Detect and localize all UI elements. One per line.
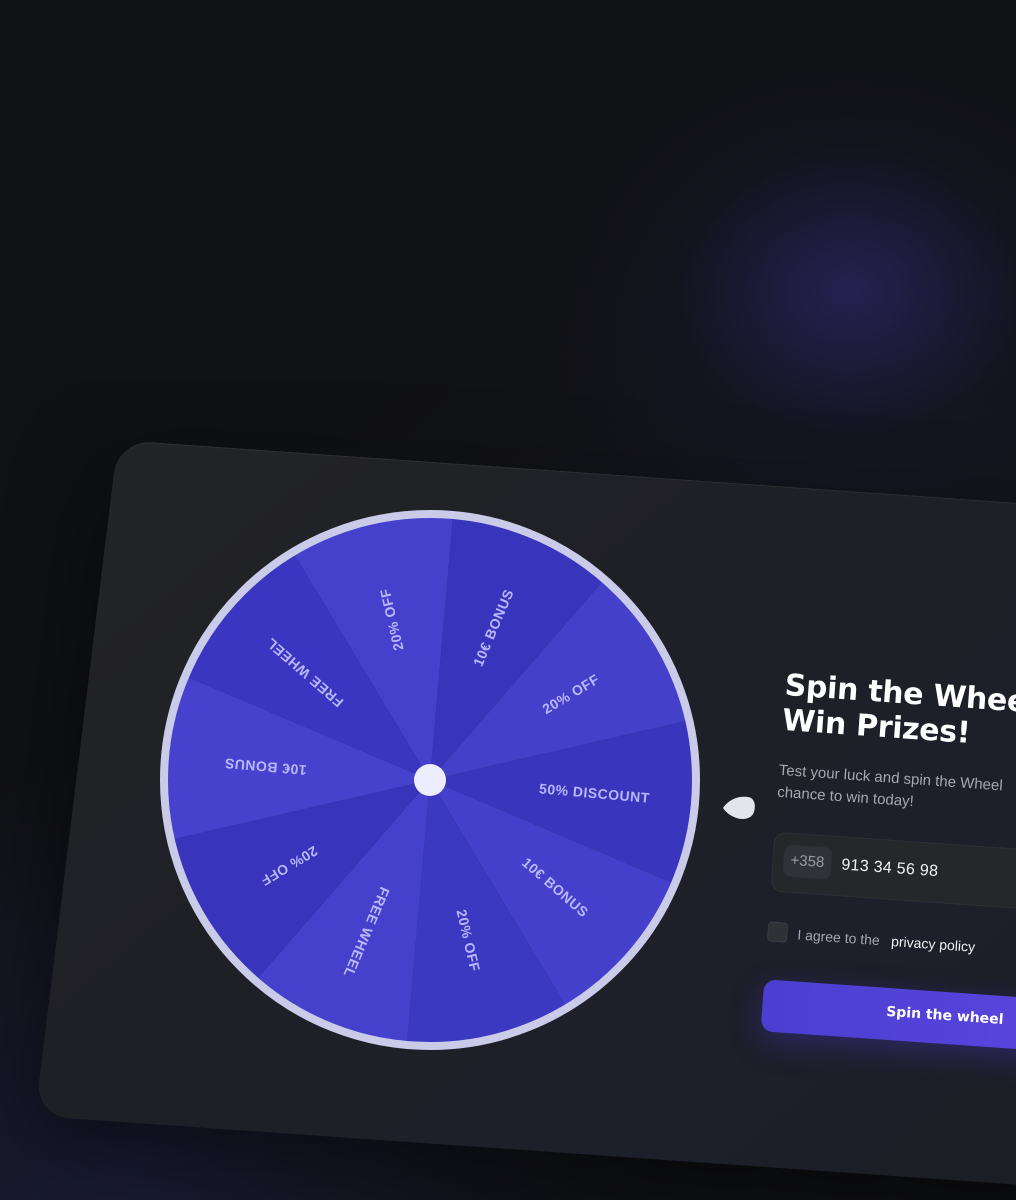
spin-wheel-button-label: Spin the wheel	[885, 1003, 1005, 1029]
wheel-pointer-icon	[723, 796, 755, 820]
scene: 50% DISCOUNT 10€ BONUS 20% OFF FREE WHEEL 20…	[0, 0, 1016, 1200]
privacy-checkbox[interactable]	[766, 921, 789, 943]
prize-wheel-graphic: 50% DISCOUNT10€ BONUS20% OFFFREE WHEEL20…	[160, 510, 700, 1050]
wheel-hub	[414, 764, 446, 796]
phone-input[interactable]: +358 913 34 56 98	[770, 831, 1016, 921]
country-code-selector[interactable]: +358	[782, 844, 833, 880]
phone-number-value[interactable]: 913 34 56 98	[841, 854, 939, 883]
panel-subtitle: Test your luck and spin the Wheel chance…	[776, 761, 1004, 811]
signup-panel: Spin the Wheel Win Prizes! Test your luc…	[758, 668, 1016, 1096]
spin-wheel-button[interactable]: Spin the wheel	[760, 979, 1016, 1061]
privacy-agreement: I agree to the privacy policy	[766, 921, 1016, 974]
privacy-policy-link[interactable]: privacy policy	[891, 932, 976, 956]
panel-title: Spin the Wheel Win Prizes!	[781, 668, 1016, 751]
prize-wheel[interactable]: 50% DISCOUNT 10€ BONUS 20% OFF FREE WHEEL 20…	[160, 510, 700, 1050]
agree-label: I agree to the	[796, 926, 881, 949]
